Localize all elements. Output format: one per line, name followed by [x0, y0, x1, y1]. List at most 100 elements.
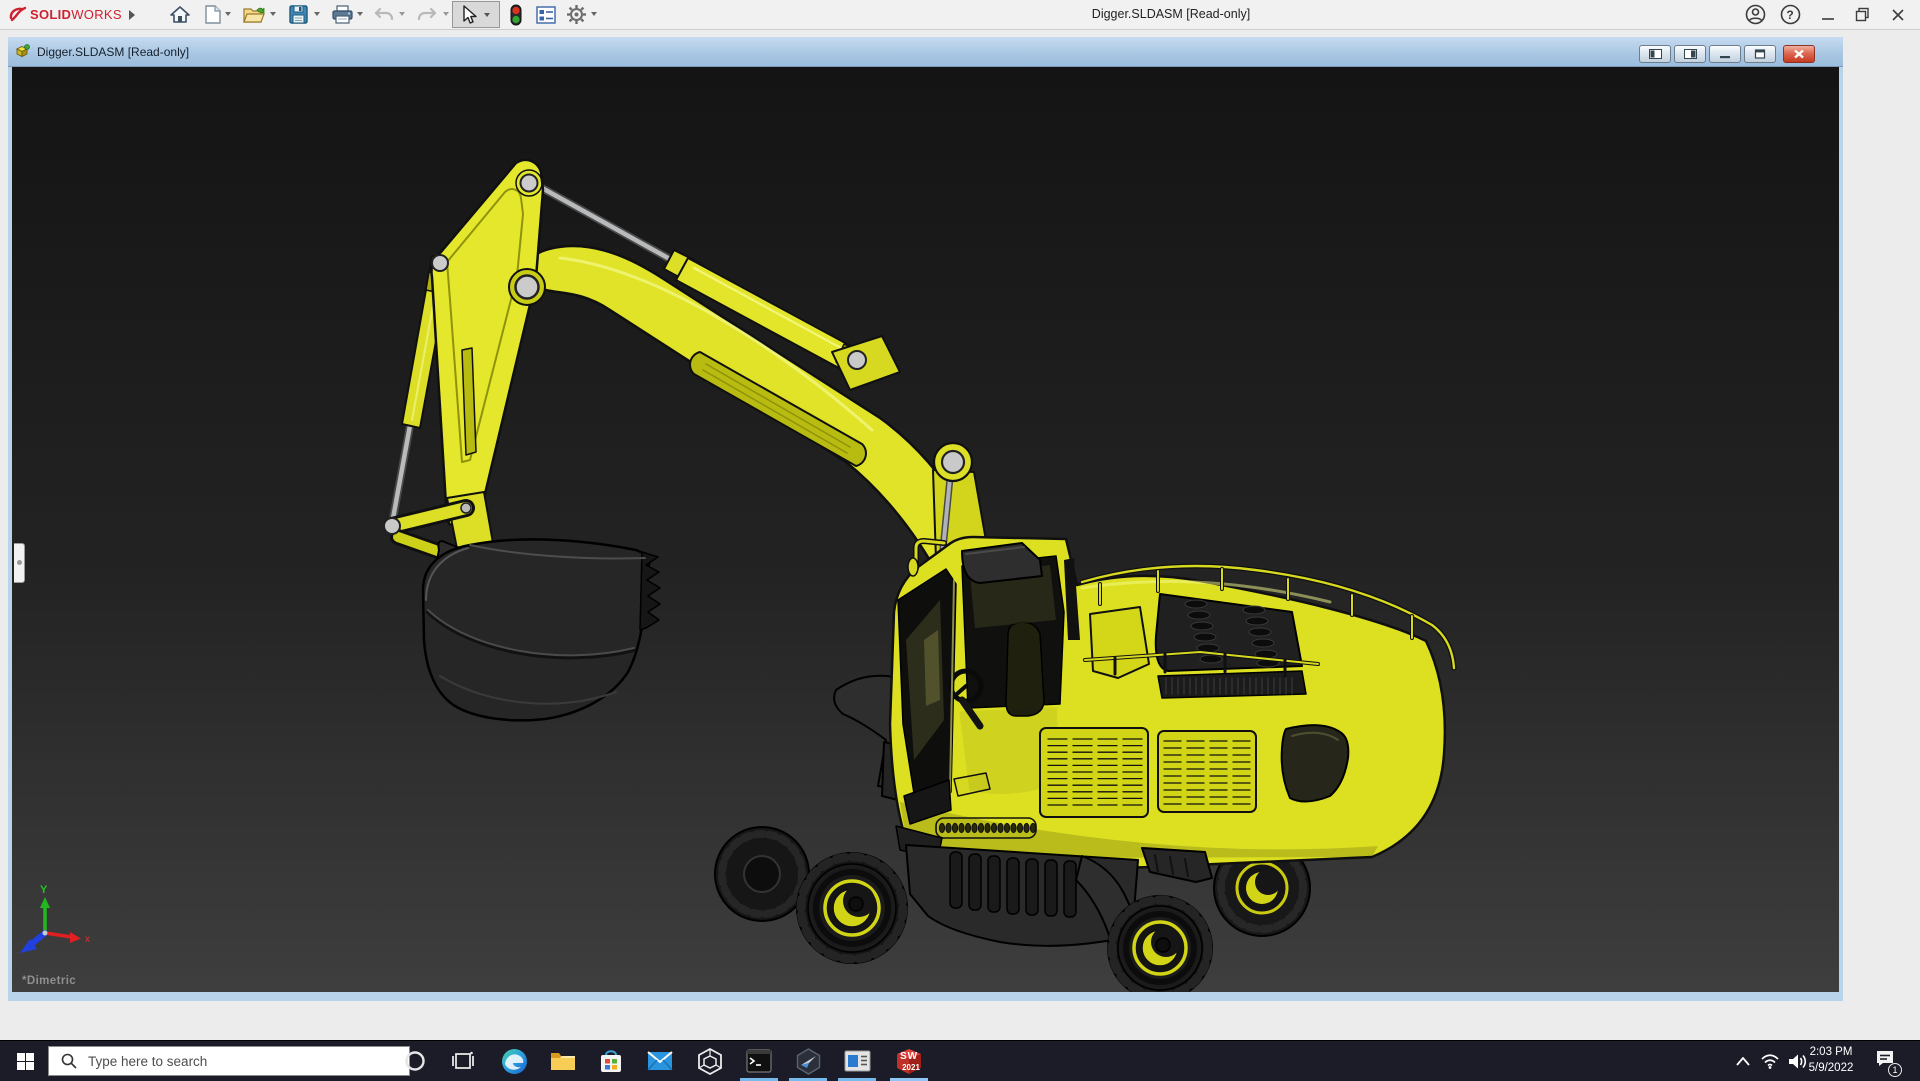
options-form-icon [536, 5, 556, 24]
settings-button[interactable] [563, 2, 589, 27]
show-right-pane-button[interactable] [1674, 45, 1706, 63]
taskbar-app-3d-viewer[interactable] [687, 1041, 733, 1081]
reader-icon [844, 1050, 870, 1072]
chevron-up-icon [1736, 1056, 1750, 1066]
settings-dropdown[interactable] [591, 12, 597, 16]
taskbar-app-command-prompt[interactable] [736, 1041, 782, 1081]
taskbar-app-store[interactable] [588, 1041, 634, 1081]
solidworks-logo-icon [9, 6, 27, 22]
file-explorer-icon [551, 1053, 575, 1070]
cad-assistant-icon [796, 1047, 820, 1075]
command-prompt-icon [746, 1049, 772, 1073]
solidworks-icon-year: 2021 [902, 1062, 920, 1072]
select-cursor-icon [463, 4, 477, 24]
restore-icon [1855, 7, 1869, 22]
3d-viewer-icon [698, 1047, 722, 1075]
document-window: Digger.SLDASM [Read-only] Y x *Dimetric [8, 37, 1843, 1001]
taskbar-clock[interactable]: 2:03 PM 5/9/2022 [1800, 1044, 1862, 1076]
orientation-triad: Y x [20, 884, 90, 953]
notification-badge: 1 [1888, 1063, 1902, 1077]
screen: { "app": { "brand": {"solid": "SOLID", "… [0, 0, 1920, 1081]
restore-button[interactable] [1847, 2, 1877, 27]
help-glyph: ? [1786, 7, 1794, 22]
edge-icon [501, 1048, 527, 1074]
redo-icon [417, 7, 437, 20]
new-document-icon [205, 5, 221, 24]
taskbar-search[interactable] [48, 1046, 410, 1076]
document-titlebar[interactable]: Digger.SLDASM [Read-only] [8, 37, 1843, 67]
right-pane-icon [1683, 49, 1697, 59]
start-button[interactable] [2, 1041, 48, 1081]
options-form-button[interactable] [533, 2, 559, 27]
tray-expand-button[interactable] [1730, 1041, 1756, 1081]
select-tool-dropdown[interactable] [484, 12, 490, 17]
redo-dropdown[interactable] [443, 12, 449, 16]
excavator-3d-model[interactable]: Y x [12, 67, 1839, 992]
brand-works: WORKS [71, 6, 122, 22]
taskbar: SW 2021 2:03 PM 5/9/2022 [0, 1040, 1920, 1081]
close-button[interactable] [1883, 2, 1913, 27]
search-input[interactable] [86, 1052, 370, 1070]
far-left-wheel [714, 826, 810, 922]
solidworks-2021-icon: SW 2021 [896, 1048, 922, 1075]
print-dropdown[interactable] [357, 12, 363, 16]
save-button[interactable] [285, 2, 311, 27]
undo-dropdown[interactable] [399, 12, 405, 16]
undo-button[interactable] [371, 2, 397, 27]
wifi-button[interactable] [1756, 1041, 1784, 1081]
task-view-icon [452, 1051, 474, 1069]
triad-x-label: x [85, 934, 90, 945]
print-button[interactable] [329, 2, 355, 27]
brand-solid: SOLID [30, 6, 72, 22]
save-dropdown[interactable] [314, 12, 320, 16]
open-dropdown[interactable] [270, 12, 276, 16]
minimize-button[interactable] [1813, 2, 1843, 27]
task-view-button[interactable] [440, 1041, 486, 1081]
doc-minimize-button[interactable] [1709, 45, 1741, 63]
doc-restore-button[interactable] [1744, 45, 1776, 63]
main-titlebar: SOLID WORKS Digger.SLDASM [Read-only] ? [0, 0, 1920, 30]
minimize-icon [1822, 17, 1834, 20]
home-button[interactable] [167, 2, 193, 27]
taskbar-app-edge[interactable] [491, 1041, 537, 1081]
new-document-dropdown[interactable] [225, 12, 231, 16]
store-icon [601, 1050, 621, 1072]
notification-center-button[interactable]: 1 [1868, 1041, 1902, 1081]
rebuild-button[interactable] [503, 2, 529, 27]
new-document-button[interactable] [200, 2, 226, 27]
account-icon [1745, 4, 1765, 25]
redo-button[interactable] [414, 2, 440, 27]
doc-minimize-icon [1720, 55, 1730, 58]
save-icon [288, 5, 308, 24]
help-button[interactable]: ? [1775, 2, 1805, 27]
assembly-icon [15, 44, 30, 58]
doc-close-button[interactable] [1783, 45, 1815, 63]
app-title: Digger.SLDASM [Read-only] [1091, 7, 1251, 21]
clock-time: 2:03 PM [1809, 1046, 1853, 1058]
orientation-label: *Dimetric [22, 975, 77, 987]
near-right-wheel [1107, 895, 1213, 992]
taskbar-app-file-explorer[interactable] [540, 1041, 586, 1081]
left-pane-icon [1648, 49, 1662, 59]
account-button[interactable] [1740, 2, 1770, 27]
print-icon [331, 5, 353, 24]
open-button[interactable] [241, 2, 267, 27]
rebuild-traffic-light-icon [510, 4, 522, 25]
triad-y-label: Y [40, 884, 48, 896]
taskbar-app-mail[interactable] [637, 1041, 683, 1081]
solidworks-logo[interactable]: SOLID WORKS [8, 5, 122, 23]
taskbar-app-solidworks-2021[interactable]: SW 2021 [886, 1041, 932, 1081]
select-tool-button[interactable] [452, 1, 500, 28]
menu-flyout-chevron[interactable] [128, 8, 136, 26]
undo-icon [374, 7, 394, 20]
graphics-viewport[interactable]: Y x *Dimetric [12, 67, 1839, 992]
taskbar-app-cad-assistant[interactable] [785, 1041, 831, 1081]
close-icon [1892, 8, 1904, 21]
gear-icon [566, 5, 586, 24]
show-left-pane-button[interactable] [1639, 45, 1671, 63]
cortana-button[interactable] [392, 1041, 438, 1081]
mail-icon [647, 1051, 673, 1071]
taskbar-app-reader[interactable] [834, 1041, 880, 1081]
featuremanager-collapsed-tab[interactable] [14, 543, 25, 583]
cortana-icon [405, 1051, 425, 1071]
